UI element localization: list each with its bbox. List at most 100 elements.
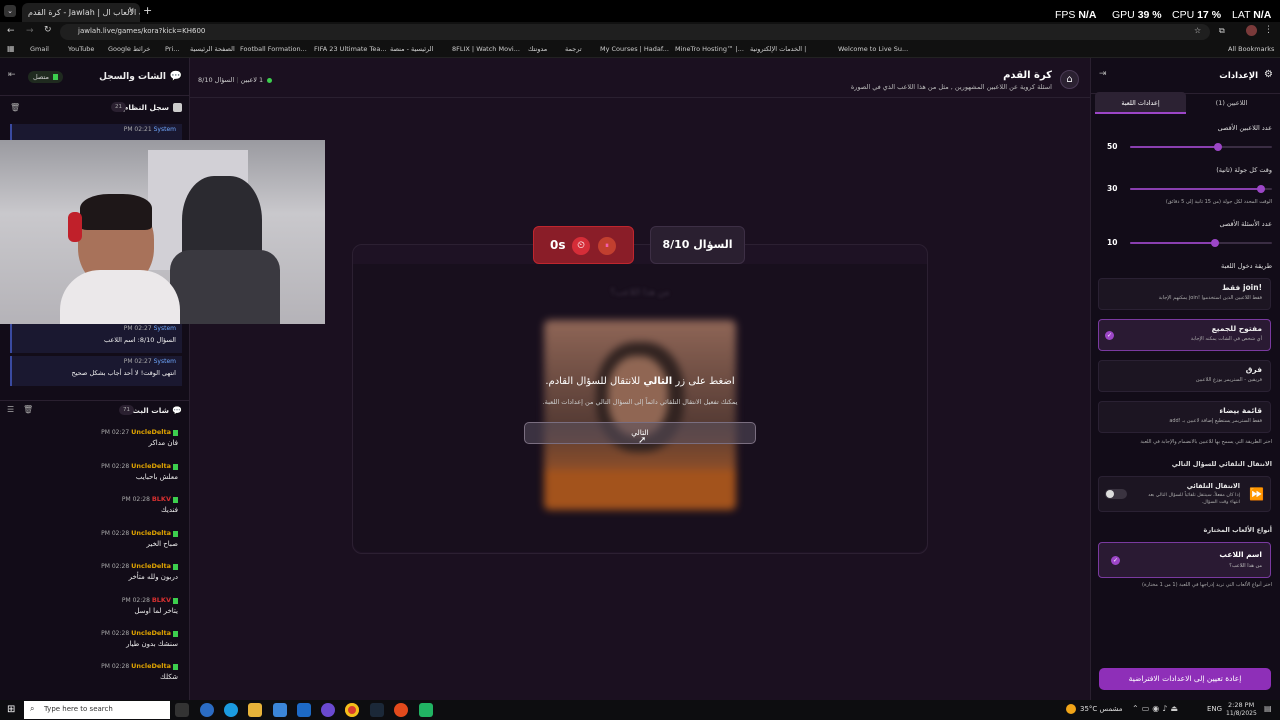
mode-title: فرق — [1245, 365, 1262, 374]
app-icon[interactable] — [200, 703, 214, 717]
bookmark-item[interactable]: Google خرائط — [108, 45, 150, 53]
bookmark-item[interactable]: مدونتك — [528, 45, 547, 53]
max-questions-slider[interactable] — [1130, 239, 1272, 247]
fast-forward-icon: ⏩ — [1249, 487, 1264, 501]
game-types-hint: اختر أنواع الألعاب التي تريد إدراجها في … — [1142, 582, 1272, 588]
mail-icon[interactable] — [297, 703, 311, 717]
checkmark-icon: ✓ — [1111, 556, 1120, 565]
slider-knob[interactable] — [1214, 143, 1223, 151]
bookmark-item[interactable]: My Courses | Hadaf... — [600, 45, 669, 53]
url-field[interactable]: jawlah.live/games/kora?kick=KH600 — [60, 24, 1210, 40]
bookmark-item[interactable]: ترجمة — [565, 45, 582, 53]
pause-button[interactable]: ⏸ — [598, 237, 616, 255]
round-time-label: وقت كل جولة (ثانية) — [1216, 166, 1272, 174]
slider-fill — [1130, 188, 1261, 190]
collapse-panel-icon[interactable]: ⇤ — [8, 70, 16, 80]
gear-icon: ⚙ — [1264, 69, 1273, 80]
system-tray-icons[interactable]: ⌃▭◉♪⏏ — [1132, 704, 1181, 713]
chat-bubble-icon: 💬 — [172, 406, 182, 415]
bookmark-item[interactable]: 8FLIX | Watch Movi... — [452, 45, 520, 53]
windows-start-icon[interactable]: ⊞ — [7, 704, 15, 715]
mode-option-join-only[interactable]: !join فقط فقط اللاعبين الذين استخدموا !j… — [1098, 278, 1271, 310]
mode-title: !join فقط — [1221, 283, 1262, 292]
bookmark-item[interactable]: YouTube — [68, 45, 94, 53]
browser-tab-active[interactable]: كرة القدم - Jawlah | جولة - منصة الألعاب… — [22, 3, 140, 22]
bookmark-item[interactable]: MineTro Hosting™ |... — [675, 45, 744, 53]
mode-option-teams[interactable]: فرق فريقين - الستريمر يوزع اللاعبين — [1098, 360, 1271, 392]
auto-next-hint: يمكنك تفعيل الانتقال التلقائي دائماً إلى… — [542, 398, 738, 406]
bookmark-item[interactable]: FIFA 23 Ultimate Tea... — [314, 45, 387, 53]
browser-tab-bar: ⌄ كرة القدم - Jawlah | جولة - منصة الألع… — [0, 0, 1280, 22]
weather-text: 35°C مشمس — [1080, 705, 1123, 713]
mode-option-whitelist[interactable]: قائمة بيضاء فقط الستريمر يستطيع إضافة لا… — [1098, 401, 1271, 433]
tab-list-button[interactable]: ⌄ — [4, 5, 16, 17]
next-prompt: اضغط على زر التالي للانتقال للسؤال القاد… — [545, 376, 735, 387]
task-view-icon[interactable] — [175, 703, 189, 717]
game-type-card[interactable]: اسم اللاعب من هذا اللاعب؟ ✓ — [1098, 542, 1271, 578]
bookmark-item[interactable]: الصفحة الرئيسية — [190, 45, 235, 53]
max-players-slider[interactable] — [1130, 143, 1272, 151]
mode-option-open[interactable]: مفتوح للجميع أي شخص في الشات يمكنه الإجا… — [1098, 319, 1271, 351]
round-time-slider[interactable] — [1130, 185, 1272, 193]
bookmark-item[interactable]: الخدمات الإلكترونية | — [750, 45, 806, 53]
slider-knob[interactable] — [1256, 185, 1265, 193]
bookmark-item[interactable]: Football Formation... — [240, 45, 307, 53]
profile-avatar[interactable] — [1246, 25, 1257, 36]
app-icon[interactable] — [321, 703, 335, 717]
game-subtitle: اسئلة كروية عن اللاعبين المشهورين , مثل … — [850, 83, 1052, 91]
game-status-row: 1 لاعبين | السؤال 8/10 — [198, 76, 273, 84]
apps-grid-icon[interactable]: ▦ — [7, 44, 15, 53]
steam-icon[interactable] — [370, 703, 384, 717]
bookmark-item[interactable]: الرئيسية - منصة — [390, 45, 433, 53]
game-type-title: اسم اللاعب — [1219, 550, 1262, 559]
chat-list-icon[interactable]: ☰ — [7, 405, 14, 414]
mode-desc: أي شخص في الشات يمكنه الإجابة — [1190, 336, 1262, 342]
bookmark-star-icon[interactable]: ☆ — [1194, 26, 1201, 35]
entry-method-label: طريقة دخول اللعبة — [1221, 262, 1272, 270]
bookmark-item[interactable]: Gmail — [30, 45, 49, 53]
home-button[interactable]: ⌂ — [1060, 70, 1079, 89]
clock-date[interactable]: 11/8/2025 — [1226, 710, 1257, 717]
tab-game-settings[interactable]: إعدادات اللعبة — [1095, 92, 1186, 114]
menu-icon[interactable]: ⋮ — [1264, 25, 1273, 35]
slider-knob[interactable] — [1211, 239, 1220, 247]
extensions-icon[interactable]: ⧉ — [1219, 26, 1225, 36]
app-icon[interactable] — [394, 703, 408, 717]
clear-chat-icon[interactable]: 🗑 — [23, 405, 33, 414]
cpu-overlay: CPU 17 % — [1172, 9, 1222, 21]
reset-defaults-button[interactable]: إعادة تعيين إلى الاعدادات الافتراضية — [1099, 668, 1271, 690]
language-indicator[interactable]: ENG — [1207, 705, 1222, 713]
log-entry: PM 02:27 System السؤال 8/10: اسم اللاعب — [10, 323, 182, 353]
auto-next-card: ⏩ الانتقال التلقائي إذا كان مفعلاً، سينت… — [1098, 476, 1271, 512]
clock-time[interactable]: 2:28 PM — [1228, 701, 1254, 709]
tab-players[interactable]: اللاعبين (1) — [1186, 92, 1277, 114]
all-bookmarks[interactable]: All Bookmarks — [1228, 45, 1274, 53]
max-players-label: عدد اللاعبين الأقصى — [1217, 124, 1272, 132]
tab-close-icon[interactable]: ✕ — [128, 6, 135, 15]
clear-log-icon[interactable]: 🗑 — [10, 103, 20, 112]
mode-title: مفتوح للجميع — [1211, 324, 1262, 333]
new-tab-button[interactable]: + — [143, 4, 152, 17]
store-icon[interactable] — [273, 703, 287, 717]
file-explorer-icon[interactable] — [248, 703, 262, 717]
back-icon[interactable]: ← — [7, 26, 15, 36]
chat-message: PM 02:27 UncleDelta فان مداكر — [101, 428, 178, 447]
game-area: ⌂ كرة القدم اسئلة كروية عن اللاعبين المش… — [0, 58, 1090, 700]
players-online: 1 لاعبين — [241, 76, 273, 84]
collapse-settings-icon[interactable]: ⇥ — [1099, 69, 1107, 79]
notifications-icon[interactable]: ▤ — [1264, 704, 1272, 713]
live-chat-count: 71 — [119, 405, 134, 415]
app-icon[interactable] — [419, 703, 433, 717]
chrome-icon[interactable] — [345, 703, 359, 717]
fps-overlay: FPS N/A — [1055, 9, 1097, 21]
question-counter-small: السؤال 8/10 — [198, 76, 235, 84]
chat-message: PM 02:28 UncleDelta معلش باحبايب — [101, 462, 178, 481]
auto-next-toggle[interactable] — [1105, 489, 1127, 499]
taskbar-search-box[interactable]: ⌕ Type here to search — [24, 701, 170, 719]
reload-icon[interactable]: ↻ — [44, 25, 52, 35]
slider-fill — [1130, 242, 1216, 244]
bookmark-item[interactable]: Welcome to Live Su... — [838, 45, 908, 53]
forward-icon[interactable]: → — [26, 26, 34, 36]
bookmark-item[interactable]: Pri... — [165, 45, 179, 53]
edge-icon[interactable] — [224, 703, 238, 717]
